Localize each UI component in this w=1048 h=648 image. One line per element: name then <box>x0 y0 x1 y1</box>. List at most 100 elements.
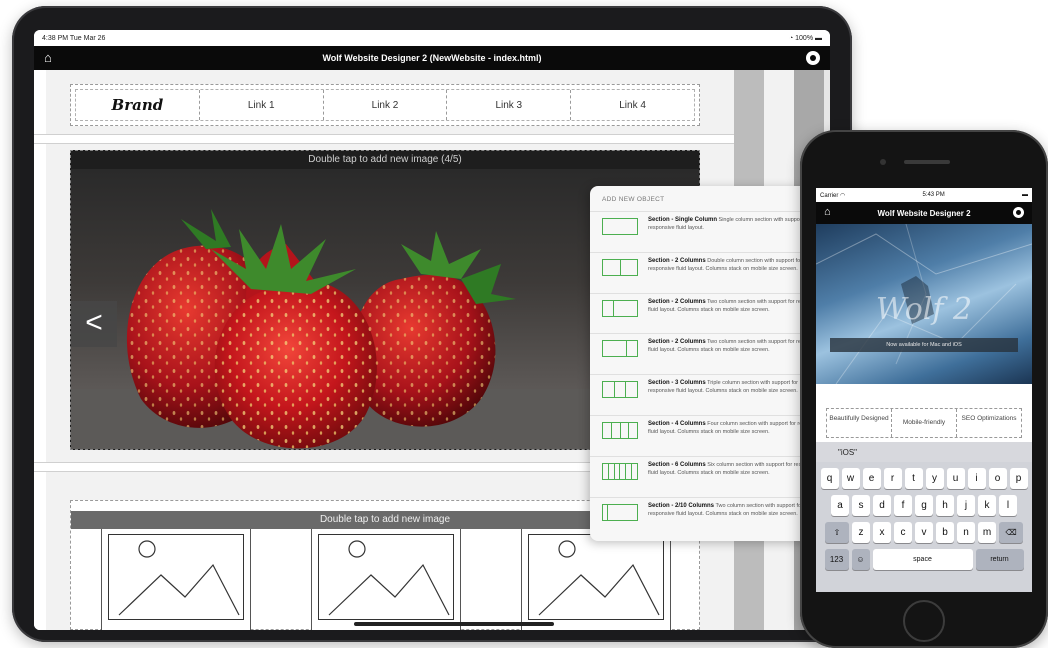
key[interactable]: i <box>967 468 986 489</box>
key[interactable]: a <box>831 495 849 516</box>
ipad-screen: 4:38 PM Tue Mar 26 ◔ 100% ▬ ⌂ Wolf Websi… <box>34 30 830 630</box>
navbar-link[interactable]: Link 2 <box>324 90 448 120</box>
home-button[interactable] <box>903 600 945 642</box>
home-icon[interactable]: ⌂ <box>44 51 52 65</box>
two-column-left-icon <box>602 299 638 317</box>
image-placeholder[interactable] <box>101 515 251 630</box>
ipad-device: 4:38 PM Tue Mar 26 ◔ 100% ▬ ⌂ Wolf Websi… <box>12 6 852 642</box>
home-indicator[interactable] <box>354 622 554 626</box>
key[interactable]: t <box>904 468 923 489</box>
iphone-app-title: Wolf Website Designer 2 <box>877 208 971 218</box>
iphone-device: Carrier ◠ 5:43 PM ▬ ⌂ Wolf Website Desig… <box>800 130 1048 648</box>
design-canvas[interactable]: Brand Link 1 Link 2 Link 3 Link 4 Double… <box>34 70 830 630</box>
feature-item[interactable]: Mobile-friendly <box>892 409 957 437</box>
feature-item[interactable]: Beautifully Designed <box>827 409 892 437</box>
key[interactable]: e <box>862 468 881 489</box>
iphone-time: 5:43 PM <box>922 192 945 198</box>
single-column-icon <box>602 218 638 235</box>
key[interactable]: l <box>999 495 1017 516</box>
key[interactable]: d <box>873 495 891 516</box>
key[interactable]: u <box>946 468 965 489</box>
key[interactable]: k <box>978 495 996 516</box>
key[interactable]: w <box>841 468 860 489</box>
app-nav-bar: ⌂ Wolf Website Designer 2 (NewWebsite - … <box>34 46 830 70</box>
camera-icon <box>880 159 886 165</box>
iphone-nav-bar: ⌂ Wolf Website Designer 2 <box>816 202 1032 224</box>
status-battery: ◔ 100% ▬ <box>788 34 822 42</box>
key[interactable]: g <box>915 495 933 516</box>
panel-item-2-10-columns[interactable]: Section - 2/10 Columns Two column sectio… <box>590 496 830 538</box>
space-key[interactable]: space <box>872 549 973 570</box>
shift-key-icon[interactable]: ⇧ <box>825 522 849 543</box>
six-column-icon <box>602 462 638 480</box>
keyboard-row-2: a s d f g h j k l <box>816 495 1032 516</box>
panel-item-2-columns-left[interactable]: Section - 2 Columns Two column section w… <box>590 292 830 334</box>
key[interactable]: m <box>978 522 996 543</box>
delete-key-icon[interactable]: ⌫ <box>999 522 1023 543</box>
key[interactable]: p <box>1009 468 1028 489</box>
gear-icon[interactable] <box>806 51 820 65</box>
navbar-link[interactable]: Link 1 <box>200 90 324 120</box>
image-placeholder[interactable] <box>311 515 461 630</box>
two-column-icon <box>602 258 638 276</box>
keyboard-suggestion[interactable]: "iOS" <box>816 442 1032 462</box>
key[interactable]: h <box>936 495 954 516</box>
hero-logo: Wolf 2 <box>875 292 973 327</box>
features-row[interactable]: Beautifully Designed Mobile-friendly SEO… <box>826 408 1022 438</box>
panel-item-2-columns[interactable]: Section - 2 Columns Double column sectio… <box>590 251 830 293</box>
key[interactable]: z <box>852 522 870 543</box>
panel-item-6-columns[interactable]: Section - 6 Columns Six column section w… <box>590 455 830 497</box>
navbar-brand[interactable]: Brand <box>76 90 200 120</box>
speaker-grille <box>904 160 950 164</box>
two-column-right-icon <box>602 340 638 358</box>
keyboard-row-3: ⇧ z x c v b n m ⌫ <box>816 522 1032 543</box>
hero-banner[interactable]: Wolf 2 Now available for Mac and iOS <box>816 224 1032 384</box>
image-placeholder-icon <box>118 540 240 616</box>
panel-item-4-columns[interactable]: Section - 4 Columns Four column section … <box>590 414 830 456</box>
key[interactable]: f <box>894 495 912 516</box>
canvas-margin <box>34 70 46 630</box>
navbar-link[interactable]: Link 4 <box>571 90 694 120</box>
carrier-label: Carrier ◠ <box>820 192 846 199</box>
feature-item[interactable]: SEO Optimizations <box>957 409 1021 437</box>
navbar-link[interactable]: Link 3 <box>447 90 572 120</box>
image-placeholder-icon <box>328 540 450 616</box>
key[interactable]: n <box>957 522 975 543</box>
return-key[interactable]: return <box>975 549 1024 570</box>
four-column-icon <box>602 421 638 439</box>
emoji-key-icon[interactable]: ☺ <box>851 549 870 570</box>
keyboard-row-4: 123 ☺ space return <box>816 549 1032 570</box>
section-divider <box>34 134 734 144</box>
key[interactable]: v <box>915 522 933 543</box>
carousel-prev-button[interactable]: < <box>71 301 117 347</box>
panel-item-2-columns-right[interactable]: Section - 2 Columns Two column section w… <box>590 333 830 374</box>
key[interactable]: r <box>883 468 902 489</box>
onscreen-keyboard[interactable]: "iOS" q w e r t y u i o p a s d f g h j … <box>816 442 1032 592</box>
panel-item-single-column[interactable]: Section - Single Column Single column se… <box>590 211 830 252</box>
iphone-status-bar: Carrier ◠ 5:43 PM ▬ <box>816 188 1032 202</box>
key[interactable]: b <box>936 522 954 543</box>
hero-tagline: Now available for Mac and iOS <box>830 338 1018 352</box>
panel-item-3-columns[interactable]: Section - 3 Columns Triple column sectio… <box>590 374 830 415</box>
panel-title: ADD NEW OBJECT <box>602 196 665 203</box>
key[interactable]: j <box>957 495 975 516</box>
keyboard-row-1: q w e r t y u i o p <box>816 468 1032 489</box>
two-ten-column-icon <box>602 503 638 521</box>
key[interactable]: y <box>925 468 944 489</box>
image-placeholder-icon <box>538 540 660 616</box>
app-title: Wolf Website Designer 2 (NewWebsite - in… <box>322 53 542 63</box>
gear-icon[interactable] <box>1013 207 1024 218</box>
key[interactable]: x <box>873 522 891 543</box>
features-section[interactable]: Beautifully Designed Mobile-friendly SEO… <box>816 384 1032 438</box>
iphone-screen: Carrier ◠ 5:43 PM ▬ ⌂ Wolf Website Desig… <box>816 188 1032 592</box>
home-icon[interactable]: ⌂ <box>824 206 831 218</box>
key[interactable]: q <box>820 468 839 489</box>
navbar-section[interactable]: Brand Link 1 Link 2 Link 3 Link 4 <box>70 84 700 126</box>
status-time: 4:38 PM Tue Mar 26 <box>42 34 106 42</box>
key[interactable]: c <box>894 522 912 543</box>
numbers-key[interactable]: 123 <box>824 549 849 570</box>
carousel-hint: Double tap to add new image (4/5) <box>71 151 699 169</box>
key[interactable]: s <box>852 495 870 516</box>
key[interactable]: o <box>988 468 1007 489</box>
navbar[interactable]: Brand Link 1 Link 2 Link 3 Link 4 <box>75 89 695 121</box>
